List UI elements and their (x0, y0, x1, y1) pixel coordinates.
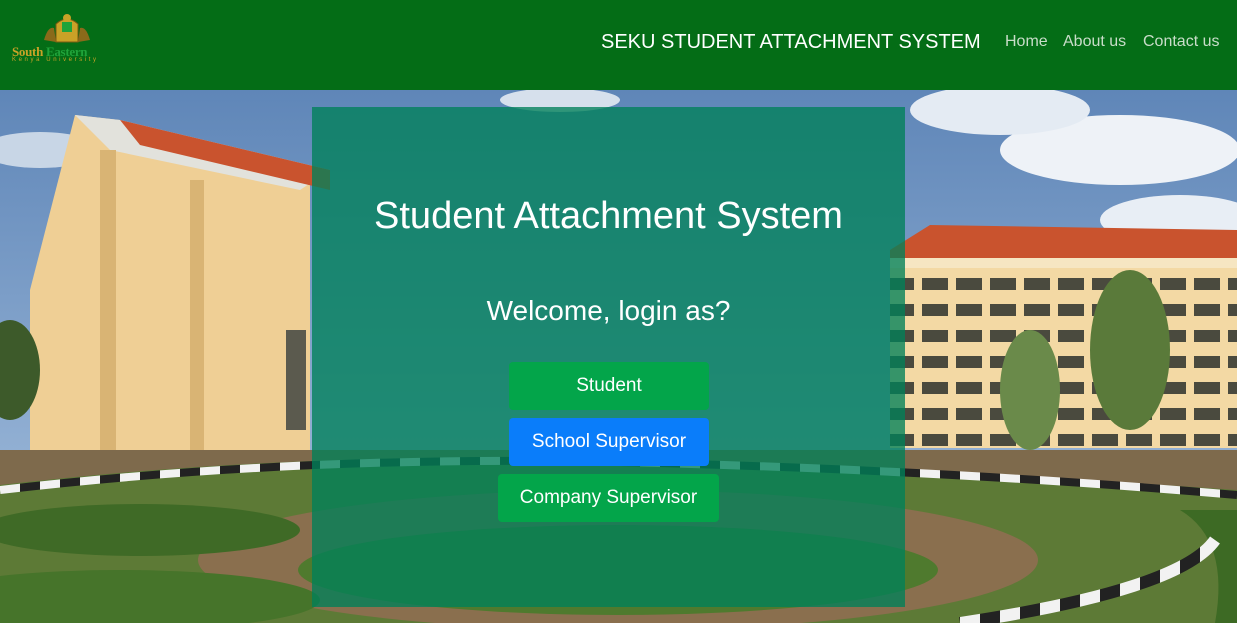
coat-of-arms-icon (44, 14, 90, 43)
navbar: South Eastern Kenya University SEKU STUD… (0, 0, 1237, 90)
nav-link-about[interactable]: About us (1063, 33, 1126, 51)
nav-link-home[interactable]: Home (1005, 33, 1048, 51)
login-panel: Student Attachment System Welcome, login… (312, 107, 905, 607)
company-supervisor-login-button[interactable]: Company Supervisor (498, 474, 719, 522)
student-login-button[interactable]: Student (509, 362, 709, 410)
school-supervisor-login-button[interactable]: School Supervisor (509, 418, 709, 466)
logo-subtitle: Kenya University (12, 57, 99, 63)
panel-title: Student Attachment System (374, 195, 843, 237)
university-logo[interactable]: South Eastern Kenya University (10, 12, 134, 64)
site-brand[interactable]: SEKU STUDENT ATTACHMENT SYSTEM (601, 31, 981, 54)
login-prompt: Welcome, login as? (486, 295, 731, 326)
nav-link-contact[interactable]: Contact us (1143, 33, 1219, 51)
